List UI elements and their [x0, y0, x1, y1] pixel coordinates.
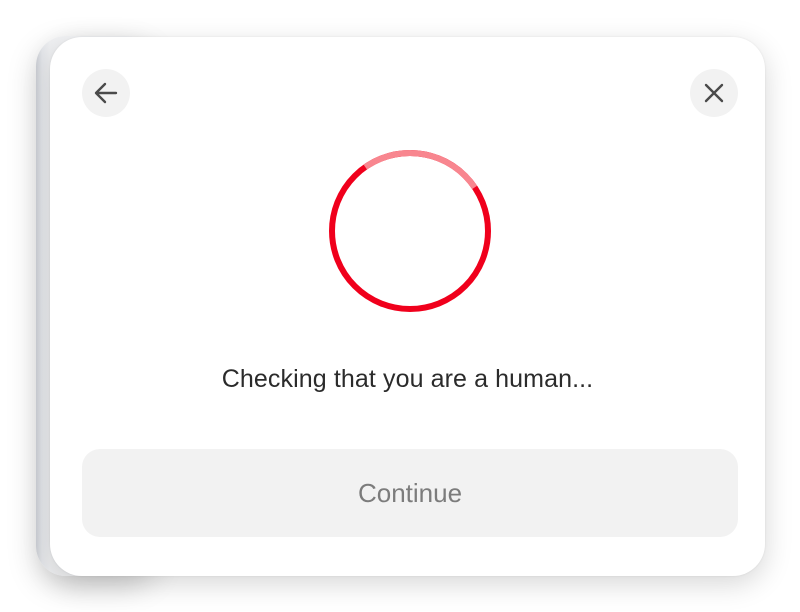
- page: Checking that you are a human... Continu…: [0, 0, 800, 612]
- arrow-left-icon: [94, 82, 118, 104]
- loading-spinner-icon: [329, 150, 491, 312]
- spinner-faded-arc: [363, 150, 478, 190]
- verification-dialog: Checking that you are a human... Continu…: [50, 37, 765, 576]
- back-button[interactable]: [82, 69, 130, 117]
- close-button[interactable]: [690, 69, 738, 117]
- status-message: Checking that you are a human...: [221, 365, 594, 393]
- close-icon: [704, 83, 724, 103]
- continue-button[interactable]: Continue: [82, 449, 738, 537]
